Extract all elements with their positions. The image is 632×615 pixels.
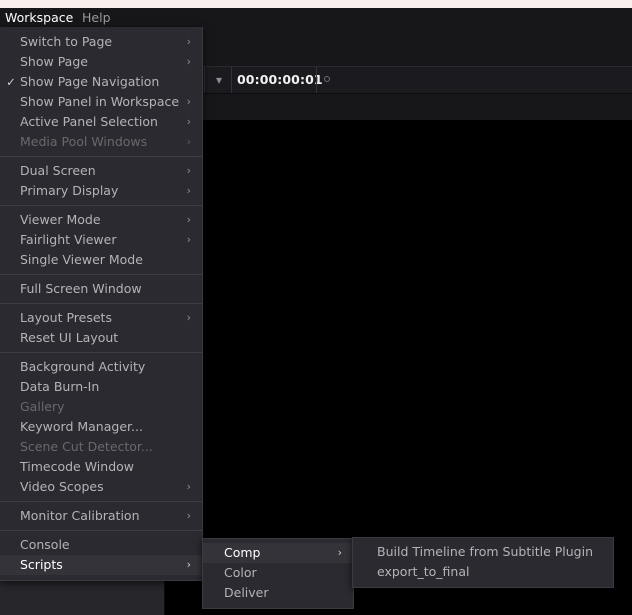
workspace-menu-item-scene-cut-detector: Scene Cut Detector... xyxy=(0,437,202,457)
workspace-menu-item-show-page[interactable]: Show Page › xyxy=(0,52,202,72)
workspace-menu-item-show-page-navigation[interactable]: ✓ Show Page Navigation xyxy=(0,72,202,92)
menu-separator xyxy=(0,530,202,531)
comp-menu-item-export-to-final[interactable]: export_to_final xyxy=(353,562,613,582)
workspace-menu-item-layout-presets[interactable]: Layout Presets › xyxy=(0,308,202,328)
menu-item-label: Show Panel in Workspace xyxy=(20,94,180,109)
scripts-menu-item-color[interactable]: Color xyxy=(203,563,353,583)
menu-item-label: Primary Display xyxy=(20,183,119,198)
chevron-right-icon: › xyxy=(186,164,191,177)
menu-item-label: Build Timeline from Subtitle Plugin xyxy=(377,544,594,559)
menu-item-label: Keyword Manager... xyxy=(20,419,143,434)
menu-item-label: Media Pool Windows xyxy=(20,134,148,149)
chevron-right-icon: › xyxy=(186,135,191,148)
workspace-menu-item-background-activity[interactable]: Background Activity xyxy=(0,357,202,377)
circle-outline-icon[interactable] xyxy=(324,76,330,82)
menu-separator xyxy=(0,156,202,157)
workspace-menu-item-media-pool-windows: Media Pool Windows › xyxy=(0,132,202,152)
menu-item-label: Data Burn-In xyxy=(20,379,100,394)
workspace-menu-item-active-panel-selection[interactable]: Active Panel Selection › xyxy=(0,112,202,132)
workspace-menu-item-scripts[interactable]: Scripts › xyxy=(0,555,202,575)
menu-item-label: Active Panel Selection xyxy=(20,114,158,129)
menu-item-label: Console xyxy=(20,537,70,552)
timecode-display[interactable]: 00:00:00:01 xyxy=(237,70,323,90)
chevron-right-icon: › xyxy=(186,184,191,197)
scripts-menu-item-deliver[interactable]: Deliver xyxy=(203,583,353,603)
workspace-dropdown-menu: Switch to Page › Show Page › ✓ Show Page Navi… xyxy=(0,27,203,581)
menu-item-label: Deliver xyxy=(224,585,269,600)
toolbar-divider xyxy=(316,67,317,93)
chevron-right-icon: › xyxy=(186,509,191,522)
workspace-menu-item-dual-screen[interactable]: Dual Screen › xyxy=(0,161,202,181)
menu-item-label: export_to_final xyxy=(377,564,470,579)
menu-item-label: Comp xyxy=(224,545,261,560)
menu-item-label: Gallery xyxy=(20,399,65,414)
menu-item-label: Background Activity xyxy=(20,359,146,374)
window-title-strip xyxy=(0,0,632,8)
menubar-item-help[interactable]: Help xyxy=(77,9,116,26)
menu-item-label: Full Screen Window xyxy=(20,281,142,296)
toolbar-divider xyxy=(204,67,205,93)
checkmark-icon: ✓ xyxy=(6,75,16,89)
menubar-item-workspace[interactable]: Workspace xyxy=(0,9,78,26)
toolbar-divider xyxy=(231,67,232,93)
menu-item-label: Reset UI Layout xyxy=(20,330,119,345)
menu-separator xyxy=(0,501,202,502)
menu-item-label: Video Scopes xyxy=(20,479,104,494)
app-window: ▾ 00:00:00:01 Workspace Help Switch to P… xyxy=(0,0,632,615)
menu-item-label: Scripts xyxy=(20,557,63,572)
menu-item-label: Switch to Page xyxy=(20,34,113,49)
menu-item-label: Dual Screen xyxy=(20,163,96,178)
comp-submenu: Build Timeline from Subtitle Plugin expor… xyxy=(352,537,614,588)
workspace-menu-item-reset-ui-layout[interactable]: Reset UI Layout xyxy=(0,328,202,348)
scripts-submenu: Comp › Color Deliver xyxy=(202,538,354,609)
workspace-menu-item-video-scopes[interactable]: Video Scopes › xyxy=(0,477,202,497)
menu-item-label: Single Viewer Mode xyxy=(20,252,143,267)
chevron-right-icon: › xyxy=(337,546,342,559)
menu-item-label: Color xyxy=(224,565,257,580)
workspace-menu-item-switch-to-page[interactable]: Switch to Page › xyxy=(0,32,202,52)
menu-separator xyxy=(0,274,202,275)
chevron-right-icon: › xyxy=(186,480,191,493)
menu-item-label: Timecode Window xyxy=(20,459,134,474)
chevron-right-icon: › xyxy=(186,55,191,68)
workspace-menu-item-show-panel-in-workspace[interactable]: Show Panel in Workspace › xyxy=(0,92,202,112)
chevron-right-icon: › xyxy=(186,311,191,324)
menu-separator xyxy=(0,303,202,304)
workspace-menu-item-single-viewer-mode[interactable]: Single Viewer Mode xyxy=(0,250,202,270)
menu-separator xyxy=(0,352,202,353)
scripts-menu-item-comp[interactable]: Comp › xyxy=(203,543,353,563)
workspace-menu-item-monitor-calibration[interactable]: Monitor Calibration › xyxy=(0,506,202,526)
menu-separator xyxy=(0,205,202,206)
menu-item-label: Fairlight Viewer xyxy=(20,232,117,247)
chevron-right-icon: › xyxy=(186,35,191,48)
chevron-right-icon: › xyxy=(186,95,191,108)
menu-item-label: Monitor Calibration xyxy=(20,508,140,523)
menu-item-label: Show Page Navigation xyxy=(20,74,160,89)
workspace-menu-item-console[interactable]: Console xyxy=(0,535,202,555)
workspace-menu-item-timecode-window[interactable]: Timecode Window xyxy=(0,457,202,477)
chevron-right-icon: › xyxy=(186,558,191,571)
workspace-menu-item-keyword-manager[interactable]: Keyword Manager... xyxy=(0,417,202,437)
menu-item-label: Viewer Mode xyxy=(20,212,101,227)
chevron-right-icon: › xyxy=(186,213,191,226)
menu-item-label: Layout Presets xyxy=(20,310,112,325)
chevron-down-icon[interactable]: ▾ xyxy=(208,71,230,89)
menu-bar: Workspace Help xyxy=(0,8,632,27)
workspace-menu-item-full-screen-window[interactable]: Full Screen Window xyxy=(0,279,202,299)
workspace-menu-item-gallery: Gallery xyxy=(0,397,202,417)
comp-menu-item-build-timeline-from-subtitle-plugin[interactable]: Build Timeline from Subtitle Plugin xyxy=(353,542,613,562)
chevron-right-icon: › xyxy=(186,115,191,128)
workspace-menu-item-viewer-mode[interactable]: Viewer Mode › xyxy=(0,210,202,230)
workspace-menu-item-data-burn-in[interactable]: Data Burn-In xyxy=(0,377,202,397)
workspace-menu-item-fairlight-viewer[interactable]: Fairlight Viewer › xyxy=(0,230,202,250)
workspace-menu-item-primary-display[interactable]: Primary Display › xyxy=(0,181,202,201)
menu-item-label: Show Page xyxy=(20,54,88,69)
menu-item-label: Scene Cut Detector... xyxy=(20,439,153,454)
chevron-right-icon: › xyxy=(186,233,191,246)
